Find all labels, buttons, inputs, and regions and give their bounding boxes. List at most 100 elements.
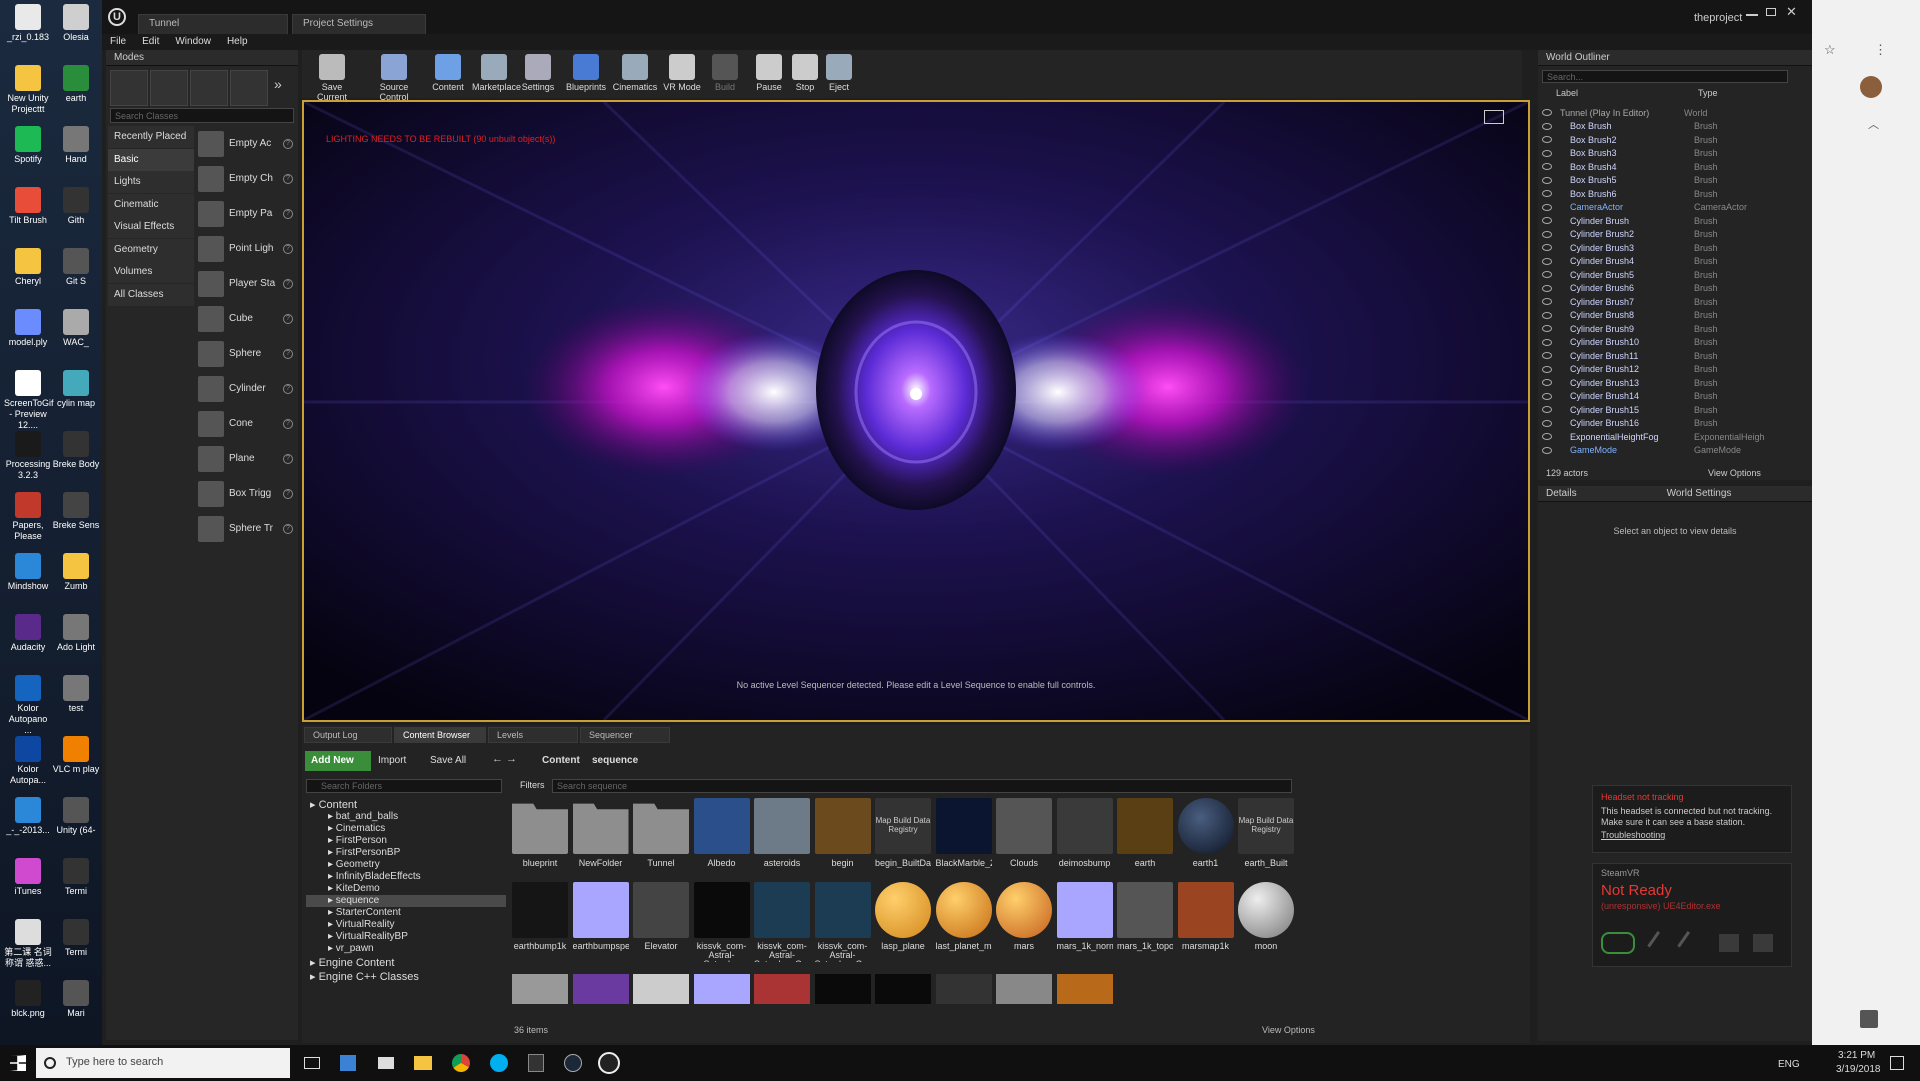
outliner-row[interactable]: Cylinder Brush4 Brush bbox=[1542, 255, 1804, 269]
asset-item[interactable]: earthbump1k bbox=[512, 882, 568, 962]
desktop-icon[interactable]: Mari bbox=[52, 980, 100, 1019]
tab-levels[interactable]: Levels bbox=[488, 727, 578, 743]
desktop-icon[interactable]: New Unity Projecttt bbox=[4, 65, 52, 115]
folder-tree-item[interactable]: ▸ Engine Content bbox=[306, 957, 506, 969]
tab-output-log[interactable]: Output Log bbox=[304, 727, 392, 743]
folder-tree-item[interactable]: ▸ Content bbox=[306, 799, 506, 811]
tray-language[interactable]: ENG bbox=[1778, 1059, 1800, 1070]
visibility-eye-icon[interactable] bbox=[1542, 379, 1552, 387]
outliner-row[interactable]: Cylinder Brush Brush bbox=[1542, 214, 1804, 228]
landscape-mode-icon[interactable] bbox=[190, 70, 228, 106]
windows-start-icon[interactable] bbox=[10, 1055, 26, 1071]
viewport-layout-icon[interactable] bbox=[1484, 110, 1504, 124]
outliner-column-label[interactable]: Label bbox=[1556, 88, 1578, 98]
help-icon[interactable]: ? bbox=[283, 243, 293, 254]
close-button[interactable]: ✕ bbox=[1786, 4, 1797, 20]
help-icon[interactable]: ? bbox=[283, 173, 293, 184]
maximize-button[interactable] bbox=[1766, 8, 1776, 16]
search-assets-input[interactable]: Search sequence bbox=[552, 779, 1292, 793]
troubleshooting-link[interactable]: Troubleshooting bbox=[1601, 830, 1783, 840]
desktop-icon[interactable]: iTunes bbox=[4, 858, 52, 897]
asset-item[interactable]: moon bbox=[1238, 882, 1294, 962]
visibility-eye-icon[interactable] bbox=[1542, 298, 1552, 306]
visibility-eye-icon[interactable] bbox=[1542, 149, 1552, 157]
tab-project-settings[interactable]: Project Settings bbox=[292, 14, 426, 34]
class-category[interactable]: Lights bbox=[108, 171, 194, 193]
visibility-eye-icon[interactable] bbox=[1542, 284, 1552, 292]
folder-tree-item[interactable]: ▸ Geometry bbox=[306, 859, 506, 871]
visibility-eye-icon[interactable] bbox=[1542, 230, 1552, 238]
nav-forward-icon[interactable]: → bbox=[506, 753, 517, 765]
folder-item[interactable]: Tunnel bbox=[633, 798, 689, 868]
help-icon[interactable]: ? bbox=[283, 313, 293, 324]
placeable-class-item[interactable]: Cube? bbox=[198, 301, 296, 336]
asset-item[interactable]: asteroids bbox=[754, 798, 810, 868]
outliner-row[interactable]: Cylinder Brush14 Brush bbox=[1542, 390, 1804, 404]
toolbar-stop-button[interactable]: Stop bbox=[790, 52, 820, 96]
visibility-eye-icon[interactable] bbox=[1542, 365, 1552, 373]
folder-tree-item[interactable]: ▸ Engine C++ Classes bbox=[306, 971, 506, 983]
desktop-icon[interactable]: Zumb bbox=[52, 553, 100, 592]
outliner-row[interactable]: Cylinder Brush3 Brush bbox=[1542, 241, 1804, 255]
folder-tree-item[interactable]: ▸ InfinityBladeEffects bbox=[306, 871, 506, 883]
asset-item[interactable]: last_planet_mat bbox=[935, 882, 992, 962]
asset-item[interactable]: Map Build Data Registry earth_Built bbox=[1238, 798, 1294, 868]
taskbar-search-box[interactable]: Type here to search bbox=[36, 1048, 290, 1078]
epic-games-icon[interactable] bbox=[528, 1054, 544, 1072]
asset-item[interactable]: earthbumpspec_8K_Earth_Normal_Map_1 bbox=[572, 882, 629, 962]
placeable-class-item[interactable]: Empty Pa? bbox=[198, 196, 296, 231]
outliner-row[interactable]: CameraActor CameraActor bbox=[1542, 201, 1804, 215]
desktop-icon[interactable]: _rzi_0.183 bbox=[4, 4, 52, 43]
desktop-icon[interactable]: Git S bbox=[52, 248, 100, 287]
visibility-eye-icon[interactable] bbox=[1542, 203, 1552, 211]
desktop-icon[interactable]: Termi bbox=[52, 919, 100, 958]
desktop-icon[interactable]: model.ply bbox=[4, 309, 52, 348]
import-button[interactable]: Import bbox=[378, 755, 406, 766]
chevron-up-icon[interactable]: ︿ bbox=[1868, 116, 1879, 132]
clock-time[interactable]: 3:21 PM bbox=[1838, 1050, 1875, 1061]
desktop-icon[interactable]: 第二课 名词 称谓 惑惑... bbox=[4, 919, 52, 969]
clock-date[interactable]: 3/19/2018 bbox=[1836, 1064, 1881, 1075]
details-tab[interactable]: Details World Settings bbox=[1538, 486, 1812, 502]
outliner-row[interactable]: Tunnel (Play In Editor) World bbox=[1542, 106, 1804, 120]
tab-sequencer[interactable]: Sequencer bbox=[580, 727, 670, 743]
placeable-class-item[interactable]: Plane? bbox=[198, 441, 296, 476]
outliner-row[interactable]: Cylinder Brush16 Brush bbox=[1542, 417, 1804, 431]
place-mode-icon[interactable] bbox=[110, 70, 148, 106]
unreal-engine-icon[interactable] bbox=[598, 1052, 620, 1074]
asset-item[interactable]: marsmap1k bbox=[1177, 882, 1234, 962]
desktop-icon[interactable]: Breke Body bbox=[52, 431, 100, 470]
mail-icon[interactable] bbox=[378, 1057, 394, 1069]
desktop-icon[interactable]: Hand bbox=[52, 126, 100, 165]
class-category[interactable]: Volumes bbox=[108, 261, 194, 283]
store-icon[interactable] bbox=[340, 1055, 356, 1071]
class-category[interactable]: Cinematic bbox=[108, 193, 194, 216]
outliner-row[interactable]: Cylinder Brush6 Brush bbox=[1542, 282, 1804, 296]
asset-thumbnail[interactable] bbox=[996, 974, 1052, 1004]
placeable-class-item[interactable]: Empty Ac? bbox=[198, 126, 296, 161]
placeable-class-item[interactable]: Empty Ch? bbox=[198, 161, 296, 196]
desktop-icon[interactable]: earth bbox=[52, 65, 100, 104]
outliner-row[interactable]: Box Brush5 Brush bbox=[1542, 174, 1804, 188]
folder-item[interactable]: NewFolder bbox=[572, 798, 629, 868]
menu-help[interactable]: Help bbox=[219, 34, 256, 49]
filters-button[interactable]: Filters bbox=[514, 779, 551, 791]
desktop-icon[interactable]: Spotify bbox=[4, 126, 52, 165]
asset-thumbnail[interactable] bbox=[572, 974, 629, 1004]
visibility-eye-icon[interactable] bbox=[1542, 338, 1552, 346]
outliner-row[interactable]: Cylinder Brush2 Brush bbox=[1542, 228, 1804, 242]
outliner-row[interactable]: Box Brush4 Brush bbox=[1542, 160, 1804, 174]
asset-item[interactable]: mars bbox=[996, 882, 1052, 962]
path-content[interactable]: Content bbox=[542, 755, 580, 766]
save-all-button[interactable]: Save All bbox=[430, 755, 466, 766]
asset-item[interactable]: earth1 bbox=[1177, 798, 1234, 868]
outliner-row[interactable]: Box Brush2 Brush bbox=[1542, 133, 1804, 147]
placeable-class-item[interactable]: Sphere? bbox=[198, 336, 296, 371]
toolbar-pause-button[interactable]: Pause bbox=[752, 52, 786, 96]
toolbar-content-button[interactable]: Content bbox=[428, 52, 468, 96]
folder-tree-item[interactable]: ▸ StarterContent bbox=[306, 907, 506, 919]
unreal-logo-icon[interactable]: U bbox=[108, 8, 126, 26]
outliner-row[interactable]: Cylinder Brush12 Brush bbox=[1542, 363, 1804, 377]
placeable-class-item[interactable]: Cone? bbox=[198, 406, 296, 441]
task-view-icon[interactable] bbox=[304, 1057, 320, 1069]
